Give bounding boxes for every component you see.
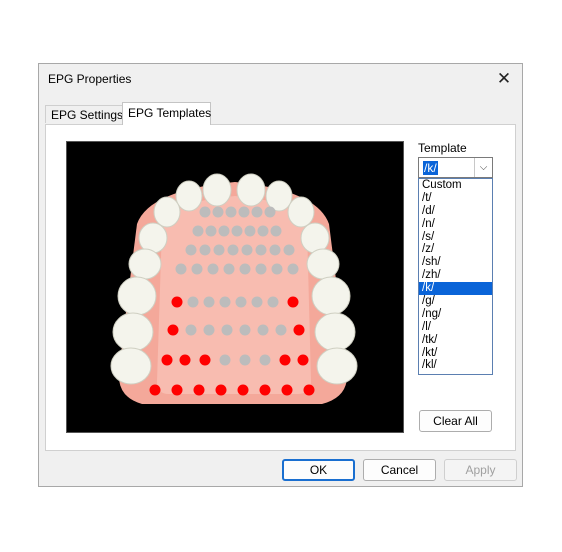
electrode-inactive[interactable] xyxy=(175,263,187,275)
template-option[interactable]: Custom xyxy=(419,179,492,192)
electrode-inactive[interactable] xyxy=(244,225,256,237)
template-combobox[interactable]: /k/ ⌵ xyxy=(418,157,493,178)
template-option[interactable]: /z/ xyxy=(419,243,492,256)
electrode-active[interactable] xyxy=(161,354,173,366)
template-option[interactable]: /zh/ xyxy=(419,269,492,282)
palate-diagram xyxy=(110,173,358,404)
electrode-inactive[interactable] xyxy=(207,263,219,275)
electrode-active[interactable] xyxy=(199,354,211,366)
template-option[interactable]: /s/ xyxy=(419,231,492,244)
electrode-inactive[interactable] xyxy=(205,225,217,237)
electrode-inactive[interactable] xyxy=(255,263,267,275)
template-option[interactable]: /t/ xyxy=(419,192,492,205)
ok-button[interactable]: OK xyxy=(282,459,355,481)
electrode-inactive[interactable] xyxy=(283,244,295,256)
electrode-inactive[interactable] xyxy=(239,324,251,336)
electrode-active[interactable] xyxy=(279,354,291,366)
template-option[interactable]: /kl/ xyxy=(419,359,492,372)
apply-button: Apply xyxy=(444,459,517,481)
electrode-inactive[interactable] xyxy=(213,244,225,256)
template-option[interactable]: /ng/ xyxy=(419,308,492,321)
electrode-active[interactable] xyxy=(297,354,309,366)
electrode-inactive[interactable] xyxy=(227,244,239,256)
template-option[interactable]: /sh/ xyxy=(419,256,492,269)
electrode-inactive[interactable] xyxy=(185,244,197,256)
chevron-down-icon[interactable]: ⌵ xyxy=(474,158,492,177)
electrode-inactive[interactable] xyxy=(269,244,281,256)
electrode-active[interactable] xyxy=(281,384,293,396)
epg-properties-dialog: EPG Properties ✕ EPG Settings EPG Templa… xyxy=(38,63,523,487)
electrode-inactive[interactable] xyxy=(238,206,250,218)
electrode-inactive[interactable] xyxy=(221,324,233,336)
electrode-inactive[interactable] xyxy=(271,263,283,275)
electrode-active[interactable] xyxy=(259,384,271,396)
electrode-inactive[interactable] xyxy=(219,296,231,308)
electrode-inactive[interactable] xyxy=(251,296,263,308)
electrode-inactive[interactable] xyxy=(212,206,224,218)
electrode-active[interactable] xyxy=(237,384,249,396)
electrode-active[interactable] xyxy=(287,296,299,308)
electrode-active[interactable] xyxy=(215,384,227,396)
electrode-active[interactable] xyxy=(193,384,205,396)
template-option[interactable]: /d/ xyxy=(419,205,492,218)
electrode-inactive[interactable] xyxy=(259,354,271,366)
title-bar: EPG Properties ✕ xyxy=(39,64,522,94)
electrode-inactive[interactable] xyxy=(257,324,269,336)
electrode-inactive[interactable] xyxy=(218,225,230,237)
tab-epg-templates[interactable]: EPG Templates xyxy=(122,102,211,125)
electrode-inactive[interactable] xyxy=(199,206,211,218)
electrode-inactive[interactable] xyxy=(203,296,215,308)
template-option[interactable]: /tk/ xyxy=(419,334,492,347)
electrode-inactive[interactable] xyxy=(203,324,215,336)
electrode-inactive[interactable] xyxy=(251,206,263,218)
electrode-inactive[interactable] xyxy=(199,244,211,256)
electrode-active[interactable] xyxy=(293,324,305,336)
electrode-inactive[interactable] xyxy=(264,206,276,218)
template-label: Template xyxy=(418,141,467,155)
electrode-inactive[interactable] xyxy=(223,263,235,275)
close-icon[interactable]: ✕ xyxy=(492,67,516,91)
templates-panel: Template /k/ ⌵ Custom /t/ /d/ /n/ /s/ /z… xyxy=(45,124,516,451)
template-option[interactable]: /kt/ xyxy=(419,347,492,360)
electrode-inactive[interactable] xyxy=(241,244,253,256)
template-option[interactable]: /g/ xyxy=(419,295,492,308)
electrode-active[interactable] xyxy=(171,384,183,396)
electrode-inactive[interactable] xyxy=(287,263,299,275)
electrode-inactive[interactable] xyxy=(275,324,287,336)
dialog-title: EPG Properties xyxy=(48,72,132,86)
electrode-inactive[interactable] xyxy=(187,296,199,308)
electrode-inactive[interactable] xyxy=(255,244,267,256)
electrode-inactive[interactable] xyxy=(231,225,243,237)
palate-view[interactable] xyxy=(66,141,404,433)
cancel-button[interactable]: Cancel xyxy=(363,459,436,481)
electrode-inactive[interactable] xyxy=(235,296,247,308)
electrode-inactive[interactable] xyxy=(185,324,197,336)
template-dropdown-list[interactable]: Custom /t/ /d/ /n/ /s/ /z/ /sh/ /zh/ /k/… xyxy=(418,178,493,375)
electrode-inactive[interactable] xyxy=(239,263,251,275)
electrode-active[interactable] xyxy=(179,354,191,366)
clear-all-button[interactable]: Clear All xyxy=(419,410,492,432)
electrode-inactive[interactable] xyxy=(219,354,231,366)
electrode-active[interactable] xyxy=(171,296,183,308)
electrode-inactive[interactable] xyxy=(225,206,237,218)
template-selected-value: /k/ xyxy=(423,161,438,175)
electrode-inactive[interactable] xyxy=(192,225,204,237)
electrode-inactive[interactable] xyxy=(239,354,251,366)
template-option[interactable]: /n/ xyxy=(419,218,492,231)
electrode-inactive[interactable] xyxy=(270,225,282,237)
electrode-inactive[interactable] xyxy=(267,296,279,308)
electrode-inactive[interactable] xyxy=(191,263,203,275)
electrode-active[interactable] xyxy=(167,324,179,336)
electrode-active[interactable] xyxy=(303,384,315,396)
template-option-selected[interactable]: /k/ xyxy=(419,282,492,296)
tab-epg-settings[interactable]: EPG Settings xyxy=(45,105,123,123)
electrode-active[interactable] xyxy=(149,384,161,396)
template-option[interactable]: /l/ xyxy=(419,321,492,334)
electrode-inactive[interactable] xyxy=(257,225,269,237)
